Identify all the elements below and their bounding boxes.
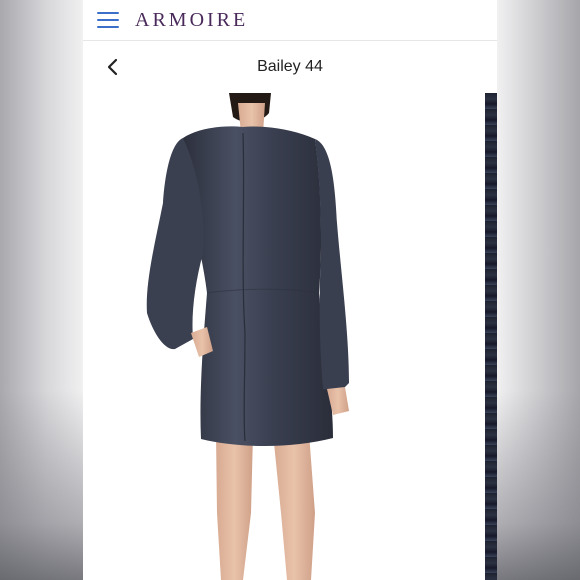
- top-bar: ARMOIRE: [83, 0, 497, 41]
- adjacent-photo-edge[interactable]: [485, 93, 497, 580]
- product-photo[interactable]: [83, 93, 497, 580]
- chevron-left-icon[interactable]: [103, 55, 123, 79]
- app-screen: ARMOIRE Bailey 44: [83, 0, 497, 580]
- dress: [183, 126, 333, 447]
- hamburger-icon[interactable]: [97, 12, 119, 28]
- brand-logo[interactable]: ARMOIRE: [135, 9, 248, 32]
- nav-bar: Bailey 44: [83, 41, 497, 94]
- page-title: Bailey 44: [257, 58, 323, 75]
